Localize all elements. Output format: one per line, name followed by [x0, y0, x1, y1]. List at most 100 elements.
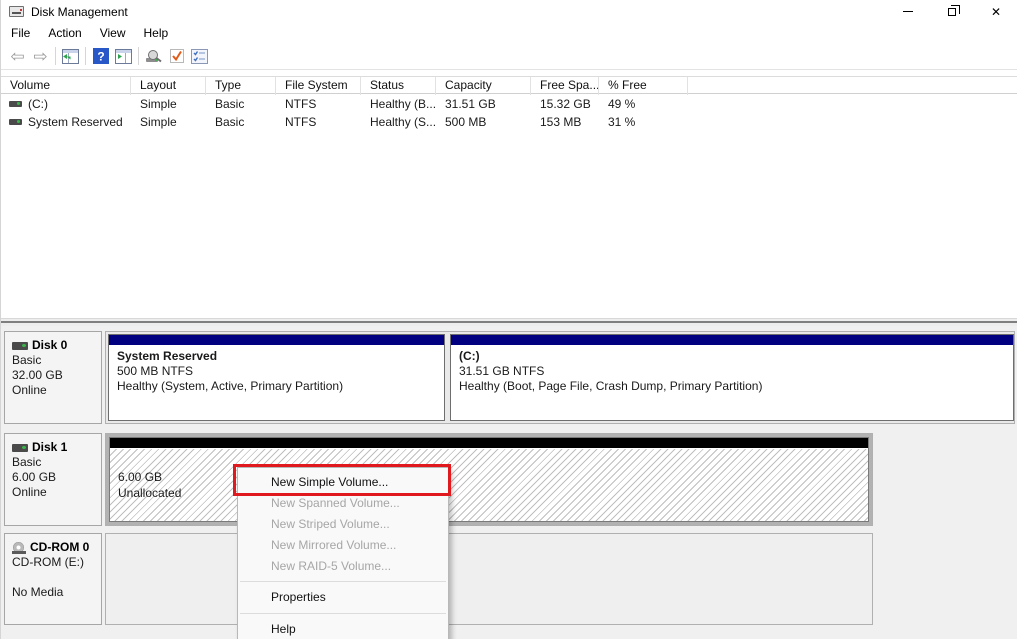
- cell-volume: System Reserved: [1, 113, 131, 131]
- partition-system-reserved[interactable]: System Reserved 500 MB NTFS Healthy (Sys…: [108, 334, 445, 421]
- cdrom-name: CD-ROM 0: [30, 540, 89, 555]
- disk-icon: [12, 342, 28, 350]
- unallocated-stripe: [110, 438, 868, 449]
- menu-file[interactable]: File: [11, 24, 39, 42]
- cell-layout: Simple: [131, 113, 206, 131]
- cell-pct-free: 31 %: [599, 113, 688, 131]
- disk1-name: Disk 1: [32, 440, 67, 455]
- forward-icon: ⇨: [33, 48, 47, 65]
- col-header-pct-free[interactable]: % Free: [599, 77, 688, 95]
- window-title: Disk Management: [31, 5, 128, 19]
- cdrom-status: No Media: [12, 585, 94, 600]
- menu-help[interactable]: Help: [144, 24, 178, 42]
- col-header-status[interactable]: Status: [361, 77, 436, 95]
- disk0-size: 32.00 GB: [12, 368, 94, 383]
- cdrom-header[interactable]: CD-ROM 0 CD-ROM (E:) No Media: [4, 533, 102, 625]
- disk0-kind: Basic: [12, 353, 94, 368]
- cell-layout: Simple: [131, 95, 206, 113]
- show-action-pane-button[interactable]: [112, 45, 135, 67]
- disk1-size: 6.00 GB: [12, 470, 94, 485]
- show-console-tree-button[interactable]: [59, 45, 82, 67]
- col-header-layout[interactable]: Layout: [131, 77, 206, 95]
- svg-text:?: ?: [97, 50, 104, 64]
- menu-item-help[interactable]: Help: [238, 618, 448, 639]
- disk1-header[interactable]: Disk 1 Basic 6.00 GB Online: [4, 433, 102, 526]
- volume-list-header: Volume Layout Type File System Status Ca…: [1, 76, 1017, 94]
- disk0-status: Online: [12, 383, 94, 398]
- window-controls: ✕: [886, 0, 1017, 23]
- disk-graph-panel: Disk 0 Basic 32.00 GB Online System Rese…: [1, 326, 1017, 639]
- disk0-header[interactable]: Disk 0 Basic 32.00 GB Online: [4, 331, 102, 424]
- disk0-graph: System Reserved 500 MB NTFS Healthy (Sys…: [105, 331, 1015, 424]
- disk0-name: Disk 0: [32, 338, 67, 353]
- disk1-status: Online: [12, 485, 94, 500]
- unallocated-label: Unallocated: [118, 485, 860, 501]
- minimize-icon: [903, 11, 913, 12]
- col-header-capacity[interactable]: Capacity: [436, 77, 531, 95]
- app-icon: [9, 6, 24, 17]
- volume-list: Volume Layout Type File System Status Ca…: [1, 75, 1017, 318]
- rescan-disks-icon: [145, 49, 163, 64]
- partition-status: Healthy (System, Active, Primary Partiti…: [117, 379, 436, 394]
- help-icon: ?: [93, 48, 109, 64]
- partition-size: 500 MB NTFS: [117, 364, 436, 379]
- cell-capacity: 31.51 GB: [436, 95, 531, 113]
- disk-icon: [12, 444, 28, 452]
- col-header-file-system[interactable]: File System: [276, 77, 361, 95]
- pane-splitter[interactable]: [1, 318, 1017, 326]
- col-header-free-space[interactable]: Free Spa...: [531, 77, 599, 95]
- rescan-disks-button[interactable]: [142, 45, 165, 67]
- table-row-system-reserved[interactable]: System Reserved Simple Basic NTFS Health…: [1, 113, 1017, 131]
- cell-type: Basic: [206, 113, 276, 131]
- back-button[interactable]: ⇦: [6, 45, 29, 67]
- col-header-volume[interactable]: Volume: [1, 77, 131, 95]
- menu-view[interactable]: View: [100, 24, 135, 42]
- partition-stripe: [109, 335, 444, 346]
- context-menu: New Simple Volume... New Spanned Volume.…: [237, 467, 449, 639]
- cd-rom-icon: [12, 542, 26, 554]
- table-row-c-drive[interactable]: (C:) Simple Basic NTFS Healthy (B... 31.…: [1, 95, 1017, 113]
- help-button[interactable]: ?: [89, 45, 112, 67]
- partition-status: Healthy (Boot, Page File, Crash Dump, Pr…: [459, 379, 1005, 394]
- menu-separator: [240, 613, 446, 614]
- menu-item-new-simple-volume[interactable]: New Simple Volume...: [238, 472, 448, 493]
- mark-active-button[interactable]: [165, 45, 188, 67]
- minimize-button[interactable]: [886, 0, 930, 23]
- close-button[interactable]: ✕: [974, 0, 1017, 23]
- task-list-button[interactable]: [188, 45, 211, 67]
- forward-button[interactable]: ⇨: [29, 45, 52, 67]
- toolbar-separator: [138, 47, 139, 65]
- menu-item-properties[interactable]: Properties: [238, 586, 448, 609]
- cell-free-space: 15.32 GB: [531, 95, 599, 113]
- menu-item-new-spanned-volume: New Spanned Volume...: [238, 493, 448, 514]
- disk1-kind: Basic: [12, 455, 94, 470]
- task-list-icon: [191, 49, 208, 64]
- back-icon: ⇦: [10, 48, 24, 65]
- partition-title: (C:): [459, 349, 1005, 364]
- toolbar: ⇦ ⇨ ?: [1, 43, 1017, 70]
- menu-item-new-striped-volume: New Striped Volume...: [238, 514, 448, 535]
- toolbar-separator: [55, 47, 56, 65]
- col-header-type[interactable]: Type: [206, 77, 276, 95]
- disk-management-window: Disk Management ✕ File Action View Help …: [0, 0, 1017, 639]
- toolbar-separator: [85, 47, 86, 65]
- show-action-pane-icon: [115, 49, 132, 64]
- partition-c-drive[interactable]: (C:) 31.51 GB NTFS Healthy (Boot, Page F…: [450, 334, 1014, 421]
- cell-type: Basic: [206, 95, 276, 113]
- unallocated-size: 6.00 GB: [118, 469, 860, 485]
- unallocated-region[interactable]: 6.00 GB Unallocated: [109, 437, 869, 522]
- menu-action[interactable]: Action: [48, 24, 90, 42]
- menubar: File Action View Help: [1, 23, 1017, 43]
- partition-size: 31.51 GB NTFS: [459, 364, 1005, 379]
- cdrom-drive-letter: CD-ROM (E:): [12, 555, 94, 570]
- menu-item-new-mirrored-volume: New Mirrored Volume...: [238, 535, 448, 556]
- partition-title: System Reserved: [117, 349, 436, 364]
- mark-active-check-icon: [169, 48, 185, 64]
- disk1-graph: 6.00 GB Unallocated: [105, 433, 873, 526]
- restore-icon: [948, 8, 956, 16]
- menu-separator: [240, 581, 446, 582]
- partition-stripe: [451, 335, 1013, 346]
- cell-free-space: 153 MB: [531, 113, 599, 131]
- restore-button[interactable]: [930, 0, 974, 23]
- titlebar: Disk Management ✕: [1, 0, 1017, 23]
